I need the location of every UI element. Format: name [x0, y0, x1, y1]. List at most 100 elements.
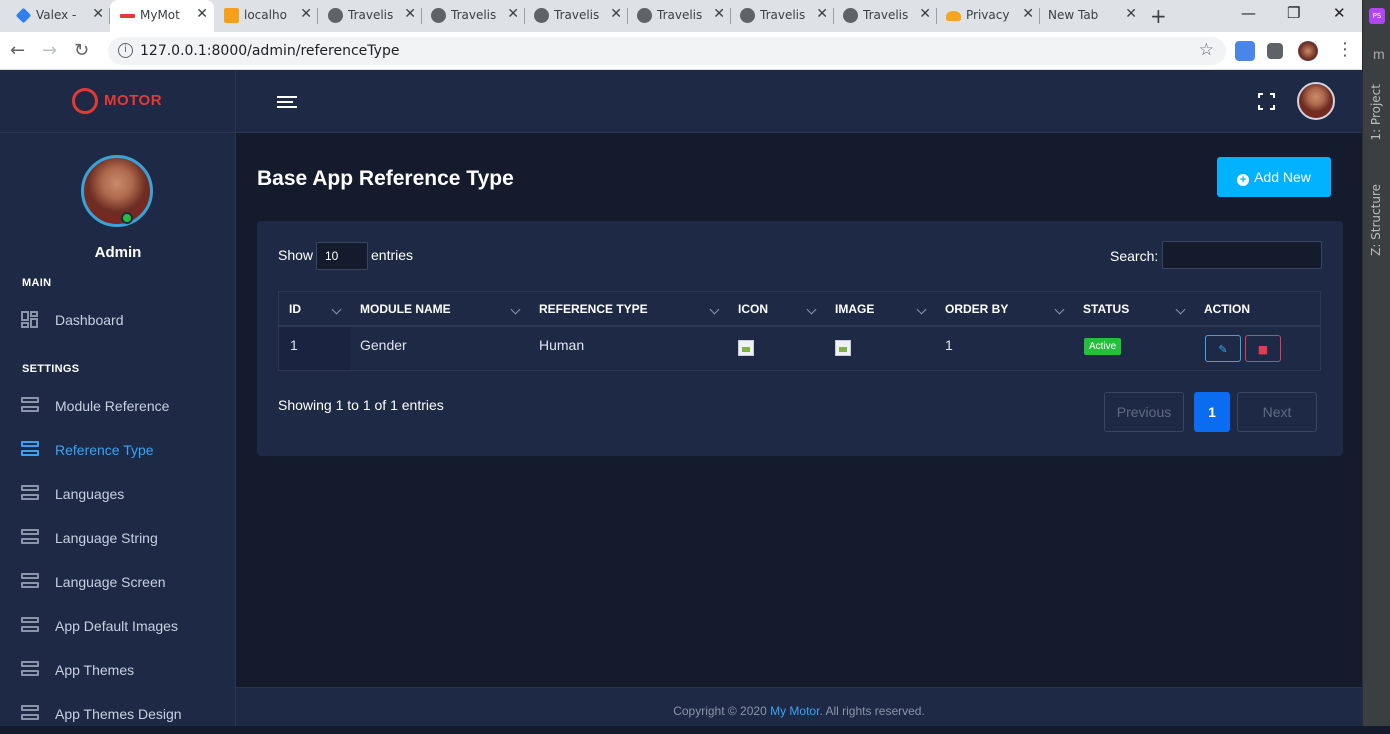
show-label: Show [278, 247, 314, 263]
sort-icon[interactable] [806, 304, 817, 315]
sort-icon[interactable] [331, 304, 342, 315]
column-header-image[interactable]: IMAGE [835, 302, 874, 316]
close-tab-icon[interactable]: ✕ [610, 6, 622, 22]
column-header-order-by[interactable]: ORDER BY [945, 302, 1008, 316]
sidebar-item-app-default-images[interactable]: App Default Images [0, 606, 236, 646]
browser-tab[interactable]: localho ✕ [214, 0, 318, 32]
close-tab-icon[interactable]: ✕ [300, 6, 312, 22]
broken-image-icon [835, 340, 851, 356]
browser-tab[interactable]: Valex - ✕ [6, 0, 110, 32]
browser-tab[interactable]: Privacy ✕ [936, 0, 1040, 32]
column-header-reference-type[interactable]: REFERENCE TYPE [539, 302, 648, 316]
globe-icon [843, 8, 858, 23]
server-icon [21, 529, 39, 545]
table-header: ID MODULE NAME REFERENCE TYPE ICON IMAGE… [278, 291, 1321, 327]
page-size-select[interactable]: 10 [316, 242, 368, 270]
close-tab-icon[interactable]: ✕ [196, 6, 208, 22]
cell-id: 1 [290, 337, 298, 353]
server-icon [21, 705, 39, 721]
close-tab-icon[interactable]: ✕ [507, 6, 519, 22]
close-tab-icon[interactable]: ✕ [1022, 6, 1034, 22]
column-header-status[interactable]: STATUS [1083, 302, 1129, 316]
privacy-favicon-icon [946, 11, 961, 21]
column-header-id[interactable]: ID [289, 302, 301, 316]
sidebar-item-app-themes[interactable]: App Themes [0, 650, 236, 690]
sort-icon[interactable] [916, 304, 927, 315]
browser-menu-icon[interactable]: ⋮ [1336, 39, 1354, 60]
close-tab-icon[interactable]: ✕ [404, 6, 416, 22]
browser-tab[interactable]: Travelis ✕ [627, 0, 731, 32]
server-icon [21, 617, 39, 633]
site-info-icon[interactable]: i [118, 43, 133, 58]
browser-tab[interactable]: Travelis ✕ [833, 0, 937, 32]
browser-tab[interactable]: New Tab ✕ [1039, 0, 1143, 32]
restore-icon[interactable]: ❐ [1287, 4, 1300, 22]
close-tab-icon[interactable]: ✕ [92, 6, 104, 22]
project-tool-tab[interactable]: 1: Project [1369, 84, 1383, 141]
sidebar-item-languages[interactable]: Languages [0, 474, 236, 514]
column-header-module-name[interactable]: MODULE NAME [360, 302, 451, 316]
back-icon[interactable]: ← [10, 40, 25, 61]
brand-logo[interactable]: MOTOR [0, 70, 236, 133]
minimize-icon[interactable]: — [1241, 4, 1256, 22]
globe-icon [740, 8, 755, 23]
browser-tab-active[interactable]: MyMot ✕ [110, 0, 214, 32]
next-page-button[interactable]: Next [1237, 392, 1317, 432]
entries-label: entries [371, 247, 414, 263]
url-text[interactable]: 127.0.0.1:8000/admin/referenceType [140, 43, 399, 59]
close-tab-icon[interactable]: ✕ [1125, 6, 1137, 22]
browser-tab[interactable]: Travelis ✕ [730, 0, 834, 32]
sidebar-item-language-string[interactable]: Language String [0, 518, 236, 558]
extensions-puzzle-icon[interactable] [1267, 43, 1283, 59]
browser-tab[interactable]: Travelis ✕ [524, 0, 628, 32]
sidebar-item-app-themes-design[interactable]: App Themes Design [0, 694, 236, 734]
close-tab-icon[interactable]: ✕ [919, 6, 931, 22]
new-tab-button[interactable]: + [1150, 4, 1167, 28]
header-avatar[interactable] [1297, 82, 1335, 120]
sidebar-item-reference-type[interactable]: Reference Type [0, 430, 236, 470]
close-window-icon[interactable]: ✕ [1333, 4, 1346, 22]
column-header-icon[interactable]: ICON [738, 302, 768, 316]
fullscreen-icon[interactable] [1258, 93, 1275, 110]
sidebar-item-language-screen[interactable]: Language Screen [0, 562, 236, 602]
address-bar: ← → ↻ i 127.0.0.1:8000/admin/referenceTy… [0, 32, 1362, 70]
globe-icon [431, 8, 446, 23]
profile-avatar-icon[interactable] [1298, 41, 1318, 61]
ide-m-label: m [1373, 46, 1385, 62]
sort-icon[interactable] [1175, 304, 1186, 315]
browser-tab[interactable]: Travelis ✕ [421, 0, 525, 32]
close-tab-icon[interactable]: ✕ [713, 6, 725, 22]
cell-module-name: Gender [360, 337, 407, 353]
server-icon [21, 573, 39, 589]
sidebar-item-dashboard[interactable]: Dashboard [0, 300, 236, 340]
translate-extension-icon[interactable] [1235, 41, 1255, 61]
bookmark-star-icon[interactable]: ☆ [1199, 40, 1214, 60]
delete-button[interactable]: ■ [1245, 335, 1281, 362]
browser-tab-strip: Valex - ✕ MyMot ✕ localho ✕ Travelis ✕ Trave… [0, 0, 1390, 32]
edit-button[interactable]: ✎ [1205, 335, 1241, 362]
page-1-button[interactable]: 1 [1194, 392, 1230, 432]
reload-icon[interactable]: ↻ [74, 40, 89, 61]
add-new-button[interactable]: + Add New [1217, 157, 1331, 197]
sort-icon[interactable] [1054, 304, 1065, 315]
sort-icon[interactable] [709, 304, 720, 315]
close-tab-icon[interactable]: ✕ [816, 6, 828, 22]
url-omnibox[interactable]: i 127.0.0.1:8000/admin/referenceType ☆ [108, 37, 1226, 65]
structure-tool-tab[interactable]: Z: Structure [1369, 184, 1383, 256]
ide-side-panel: PS m 1: Project Z: Structure [1362, 0, 1390, 726]
sort-icon[interactable] [510, 304, 521, 315]
sidebar-item-module-reference[interactable]: Module Reference [0, 386, 236, 426]
pencil-icon: ✎ [1218, 343, 1228, 356]
previous-page-button[interactable]: Previous [1104, 392, 1184, 432]
search-input[interactable] [1162, 241, 1322, 269]
search-label: Search: [1110, 248, 1159, 264]
user-name: Admin [94, 244, 142, 261]
menu-toggle-icon[interactable] [277, 96, 297, 108]
browser-tab[interactable]: Travelis ✕ [318, 0, 422, 32]
avatar[interactable] [81, 155, 153, 227]
server-icon [21, 485, 39, 501]
table-row: 1 Gender Human 1 Active ✎ ■ [278, 327, 1321, 371]
globe-icon [534, 8, 549, 23]
forward-icon[interactable]: → [42, 40, 57, 61]
footer-brand-link[interactable]: My Motor [770, 704, 819, 718]
